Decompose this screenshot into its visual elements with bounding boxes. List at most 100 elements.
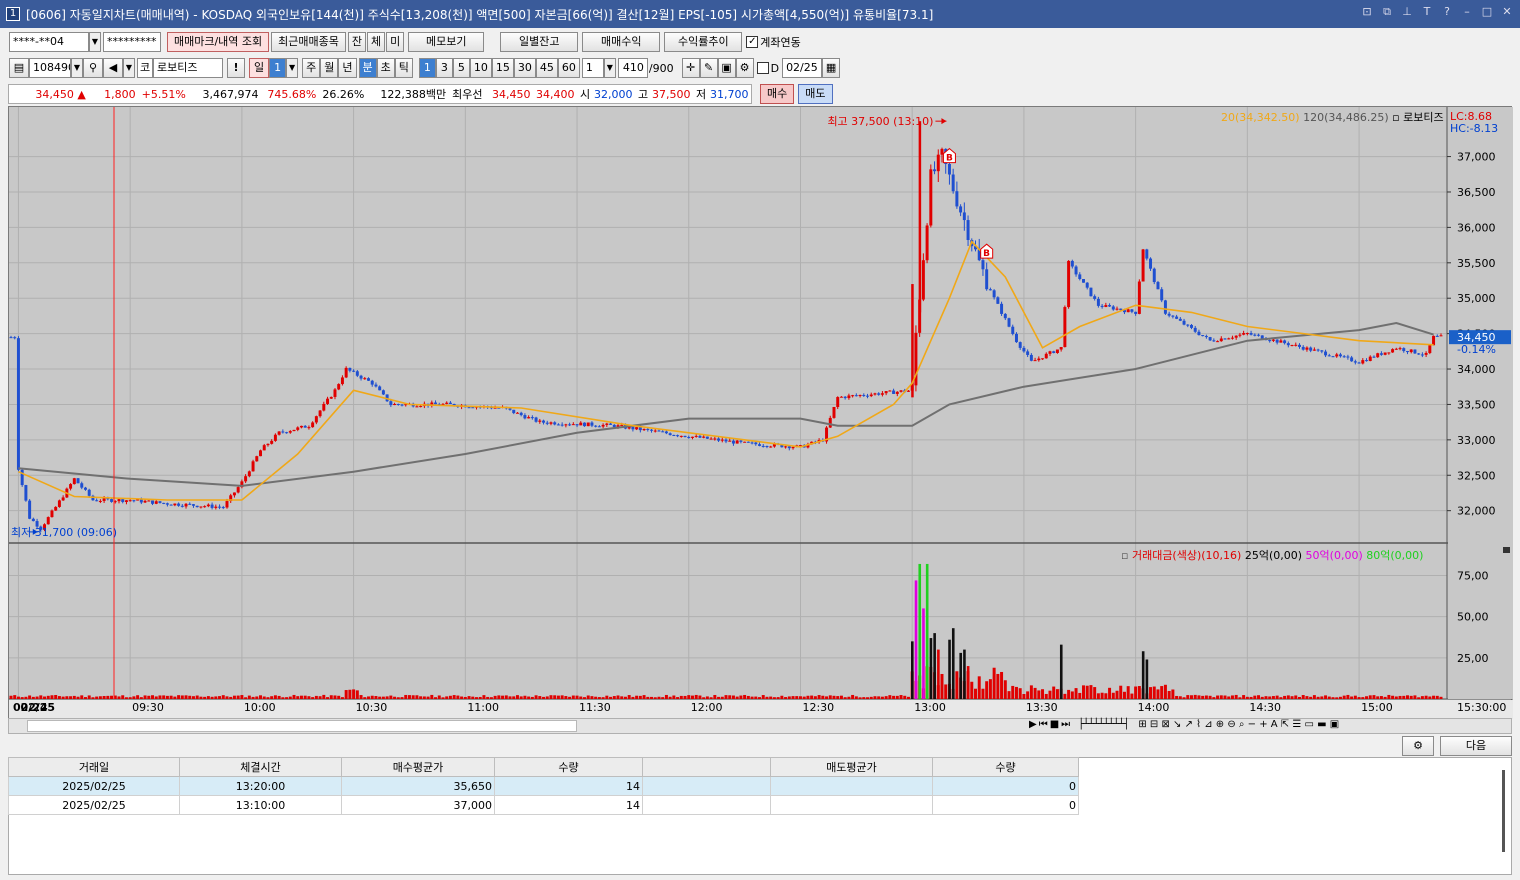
chart-scrollbar[interactable]: ▶ ⏮ ■ ⏭ ├┴┴┴┴┴┴┴┴┤ ⊞ ⊟ ⊠ ↘ ↗ ⌇ ⊿ ⊕ ⊖ ⌕ −… — [8, 718, 1512, 734]
executed-toggle[interactable]: 체 — [367, 32, 386, 52]
minimize-icon[interactable]: – — [1460, 5, 1474, 19]
save-icon[interactable]: ▣ — [717, 58, 736, 78]
font-icon[interactable]: T — [1420, 5, 1434, 19]
candle — [303, 425, 307, 428]
sell-button[interactable]: 매도 — [798, 84, 833, 104]
settings-gear-icon[interactable]: ⚙ — [1402, 736, 1434, 756]
chart-area[interactable]: 37,00036,50036,00035,50035,00034,50034,0… — [8, 106, 1513, 719]
interval-dropdown-icon[interactable]: ▼ — [603, 58, 616, 78]
bar-count-input[interactable]: 410 — [617, 58, 648, 78]
period-minute-button[interactable]: 분 — [358, 58, 377, 78]
interval-30-button[interactable]: 30 — [513, 58, 536, 78]
price-tick-label: 32,500 — [1457, 469, 1496, 482]
period-year-button[interactable]: 년 — [338, 58, 357, 78]
tools-icon[interactable]: ✎ — [699, 58, 718, 78]
copy-icon[interactable]: ⧉ — [1380, 5, 1394, 19]
interval-5-button[interactable]: 5 — [452, 58, 470, 78]
speaker-dropdown-icon[interactable]: ▼ — [123, 58, 135, 78]
volume-bar — [1208, 695, 1212, 699]
interval-45-button[interactable]: 45 — [535, 58, 558, 78]
candle — [76, 478, 80, 484]
scroll-right-icon[interactable]: ▶ — [1029, 719, 1037, 730]
rewind-icon[interactable]: ⏮ — [1039, 719, 1048, 730]
volume-bar — [1122, 691, 1126, 699]
password-field[interactable]: ********* — [103, 32, 161, 52]
alert-button[interactable]: ! — [227, 58, 245, 78]
volume-bar — [303, 695, 307, 699]
candle — [988, 289, 992, 291]
next-button[interactable]: 다음 — [1440, 736, 1512, 756]
volume-spike-bar — [922, 608, 925, 699]
speaker-icon[interactable]: ◀ — [103, 58, 123, 78]
calendar-icon[interactable]: ▦ — [822, 58, 841, 78]
volume-bar — [903, 695, 907, 699]
interval-60-button[interactable]: 60 — [557, 58, 580, 78]
trade-mark-button[interactable]: 매매마크/내역 조회 — [167, 32, 270, 52]
candle — [1283, 340, 1287, 344]
date-checkbox[interactable] — [756, 62, 769, 74]
table-scrollbar[interactable] — [1502, 770, 1505, 852]
unfilled-toggle[interactable]: 미 — [386, 32, 405, 52]
date-input[interactable]: 02/25 — [782, 58, 823, 78]
code-dropdown-icon[interactable]: ▼ — [71, 58, 83, 78]
balance-toggle[interactable]: 잔 — [347, 32, 367, 52]
close-icon[interactable]: ✕ — [1500, 5, 1514, 19]
maximize-icon[interactable]: □ — [1480, 5, 1494, 19]
interval-10-button[interactable]: 10 — [469, 58, 492, 78]
gear-icon[interactable]: ⚙ — [735, 58, 754, 78]
period-second-button[interactable]: 초 — [376, 58, 395, 78]
period-week-button[interactable]: 주 — [302, 58, 321, 78]
volume-bar — [769, 696, 773, 699]
period-dropdown-icon[interactable]: ▼ — [286, 58, 299, 78]
candle — [1219, 338, 1223, 342]
volume-panel-close-icon[interactable] — [1503, 547, 1510, 553]
volume-bar — [270, 696, 274, 699]
interval-15-button[interactable]: 15 — [491, 58, 514, 78]
volume-bar — [374, 696, 378, 699]
layout-icon[interactable]: ▤ — [9, 58, 29, 78]
period-day-button[interactable]: 일 — [249, 58, 270, 78]
stop-icon[interactable]: ■ — [1050, 719, 1059, 730]
volume-bar — [504, 695, 508, 699]
draw-tools-icon[interactable]: ⊞ ⊟ ⊠ ↘ ↗ ⌇ ⊿ ⊕ ⊖ ⌕ − + A ⇱ ☰ ▭ ▬ ▣ — [1138, 719, 1339, 730]
table-row[interactable]: 2025/02/25 13:20:00 35,650 14 0 — [8, 776, 1079, 796]
candle — [1405, 351, 1409, 353]
header-exec-time: 체결시간 — [179, 757, 342, 777]
interval-3-button[interactable]: 3 — [435, 58, 453, 78]
trade-profit-button[interactable]: 매매수익 — [582, 32, 661, 52]
stock-name-field[interactable]: 로보티즈 — [153, 58, 223, 78]
period-month-button[interactable]: 월 — [320, 58, 339, 78]
scroll-thumb[interactable] — [27, 720, 577, 732]
table-row[interactable]: 2025/02/25 13:10:00 37,000 14 0 — [8, 795, 1079, 815]
interval-1-button[interactable]: 1 — [418, 58, 436, 78]
help-icon[interactable]: ? — [1440, 5, 1454, 19]
candle — [653, 430, 657, 432]
candle — [784, 446, 788, 448]
stock-code-input[interactable]: 108490 — [29, 58, 71, 78]
crosshair-icon[interactable]: ✛ — [681, 58, 700, 78]
forward-icon[interactable]: ⏭ — [1061, 719, 1070, 730]
zoom-slider-icon[interactable]: ├┴┴┴┴┴┴┴┴┤ — [1078, 719, 1129, 730]
interval-input[interactable]: 1 — [581, 58, 604, 78]
account-dropdown-icon[interactable]: ▼ — [89, 32, 101, 52]
search-icon[interactable]: ⚲ — [83, 58, 103, 78]
volume-bar — [784, 697, 788, 699]
recent-trades-button[interactable]: 최근매매종목 — [271, 32, 346, 52]
volume-bar — [326, 697, 330, 699]
buy-button[interactable]: 매수 — [760, 84, 795, 104]
memo-button[interactable]: 메모보기 — [408, 32, 485, 52]
period-value-select[interactable]: 1 — [269, 58, 287, 78]
volume-bar — [1283, 695, 1287, 699]
volume-bar — [434, 697, 438, 699]
volume-bar — [579, 696, 583, 699]
volume-bar — [292, 694, 296, 699]
period-tick-button[interactable]: 틱 — [394, 58, 413, 78]
link-icon[interactable]: ⊡ — [1360, 5, 1374, 19]
account-select[interactable]: ****-**04 — [9, 32, 89, 52]
profit-rate-button[interactable]: 수익률추이 — [664, 32, 743, 52]
account-link-checkbox[interactable]: ✓ — [746, 36, 759, 48]
volume-bar — [95, 696, 99, 699]
pin-icon[interactable]: ⊥ — [1400, 5, 1414, 19]
daily-balance-button[interactable]: 일별잔고 — [500, 32, 579, 52]
price-chart[interactable]: 37,00036,50036,00035,50035,00034,50034,0… — [9, 107, 1513, 719]
